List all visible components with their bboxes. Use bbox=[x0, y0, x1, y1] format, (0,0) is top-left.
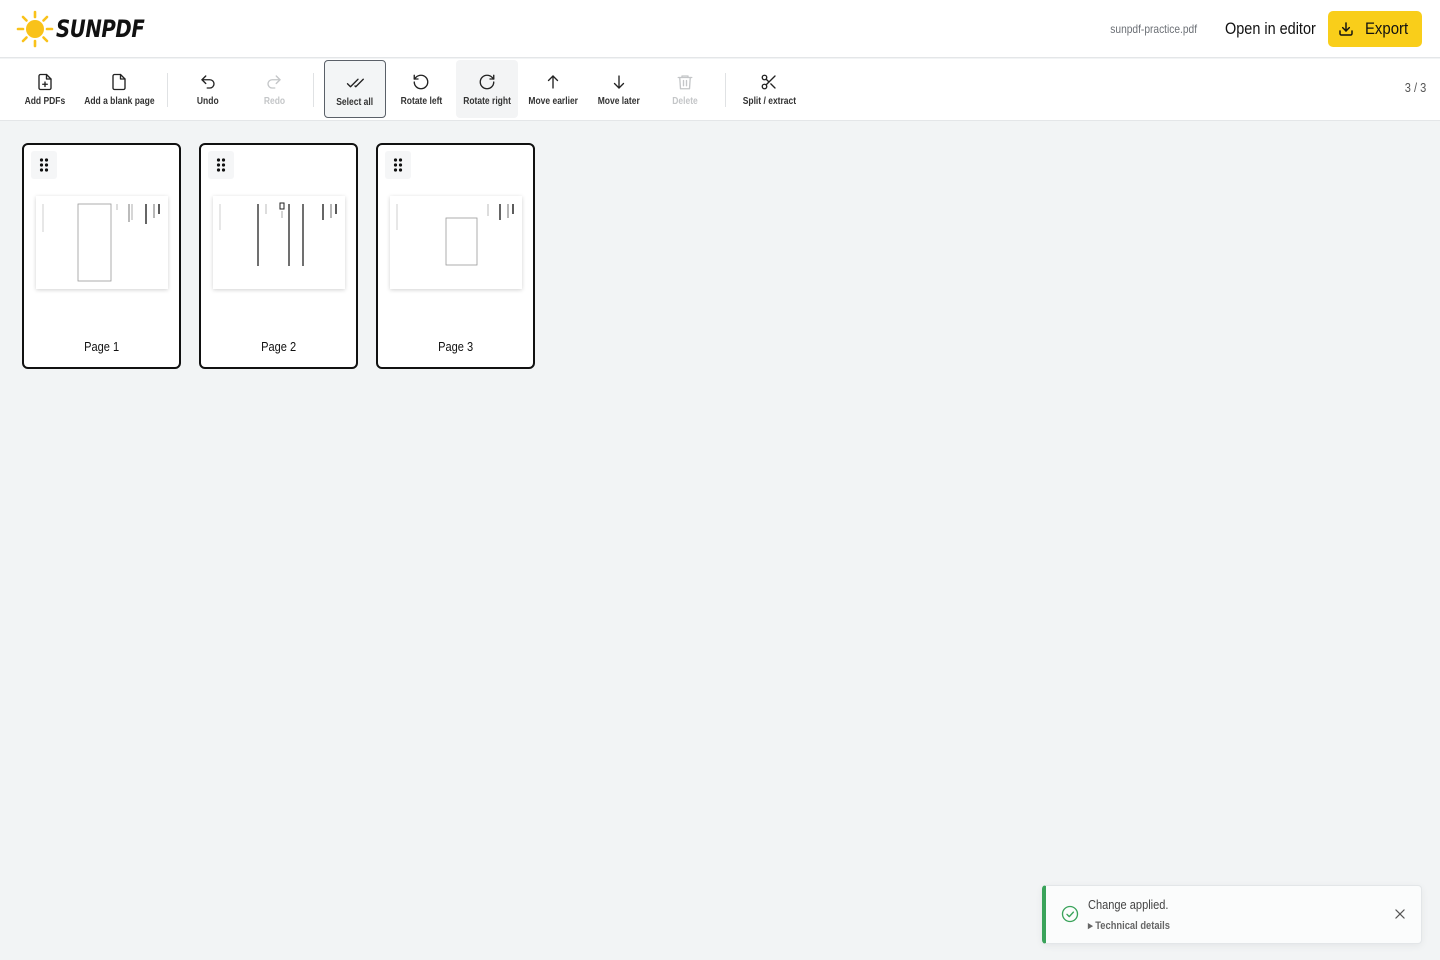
redo-button[interactable]: Redo bbox=[246, 60, 302, 118]
page-card[interactable]: Page 3 bbox=[376, 143, 535, 369]
move-later-button[interactable]: Move later bbox=[590, 60, 648, 118]
drag-handle-icon bbox=[39, 158, 49, 172]
delete-label: Delete bbox=[672, 96, 698, 107]
add-pdfs-label: Add PDFs bbox=[24, 96, 66, 107]
check-circle-icon bbox=[1061, 905, 1079, 923]
redo-label: Redo bbox=[263, 96, 285, 107]
page-label: Page 3 bbox=[437, 339, 474, 354]
file-name: sunpdf-practice.pdf bbox=[1110, 22, 1198, 36]
download-icon bbox=[1339, 22, 1354, 36]
file-plus-icon bbox=[38, 73, 52, 91]
check-double-icon bbox=[346, 78, 364, 88]
export-button[interactable]: Export bbox=[1328, 11, 1422, 47]
sun-logo-icon bbox=[16, 10, 54, 48]
undo-icon bbox=[201, 75, 215, 89]
page-card[interactable]: Page 1 bbox=[22, 143, 181, 369]
page-label: Page 1 bbox=[83, 339, 120, 354]
page-label: Page 2 bbox=[260, 339, 297, 354]
drag-handle-icon bbox=[393, 158, 403, 172]
rotate-right-button[interactable]: Rotate right bbox=[456, 60, 518, 118]
add-blank-page-button[interactable]: Add a blank page bbox=[82, 60, 156, 118]
rotate-left-label: Rotate left bbox=[400, 96, 442, 107]
page-thumbnail bbox=[36, 196, 168, 289]
add-pdfs-button[interactable]: Add PDFs bbox=[16, 60, 74, 118]
open-in-editor-button[interactable]: Open in editor bbox=[1225, 19, 1316, 39]
rotate-right-icon bbox=[479, 74, 495, 90]
move-earlier-button[interactable]: Move earlier bbox=[522, 60, 584, 118]
split-extract-button[interactable]: Split / extract bbox=[738, 60, 800, 118]
scissors-icon bbox=[761, 74, 776, 90]
toast-message: Change applied. bbox=[1088, 897, 1169, 912]
close-icon[interactable] bbox=[1393, 907, 1407, 921]
page-thumbnail bbox=[213, 196, 345, 289]
delete-button[interactable]: Delete bbox=[658, 60, 712, 118]
move-later-label: Move later bbox=[597, 96, 641, 107]
rotate-left-icon bbox=[413, 74, 429, 90]
select-all-button[interactable]: Select all bbox=[324, 60, 386, 118]
drag-handle-icon bbox=[216, 158, 226, 172]
export-label: Export bbox=[1365, 19, 1409, 38]
arrow-down-icon bbox=[613, 75, 625, 89]
drag-handle[interactable] bbox=[31, 151, 57, 179]
file-icon bbox=[112, 73, 126, 91]
undo-button[interactable]: Undo bbox=[180, 60, 236, 118]
drag-handle[interactable] bbox=[208, 151, 234, 179]
technical-details-toggle[interactable]: ▸ Technical details bbox=[1088, 919, 1170, 932]
add-blank-page-label: Add a blank page bbox=[83, 96, 155, 107]
move-earlier-label: Move earlier bbox=[528, 96, 578, 107]
page-card[interactable]: Page 2 bbox=[199, 143, 358, 369]
arrow-up-icon bbox=[547, 75, 559, 89]
rotate-left-button[interactable]: Rotate left bbox=[392, 60, 450, 118]
select-all-label: Select all bbox=[336, 97, 374, 108]
rotate-right-label: Rotate right bbox=[463, 96, 511, 107]
trash-icon bbox=[677, 75, 693, 90]
toolbar-divider bbox=[167, 73, 168, 107]
toolbar-divider bbox=[313, 73, 314, 107]
app-header: SUNPDF sunpdf-practice.pdf Open in edito… bbox=[0, 0, 1440, 58]
undo-label: Undo bbox=[197, 96, 219, 107]
split-extract-label: Split / extract bbox=[742, 96, 796, 107]
drag-handle[interactable] bbox=[385, 151, 411, 179]
toolbar-divider bbox=[725, 73, 726, 107]
brand-name: SUNPDF bbox=[56, 15, 145, 43]
page-count: 3 / 3 bbox=[1404, 80, 1426, 95]
toast-notification: Change applied. ▸ Technical details bbox=[1042, 885, 1422, 944]
logo[interactable]: SUNPDF bbox=[16, 10, 164, 48]
redo-icon bbox=[267, 75, 281, 89]
page-thumbnail bbox=[390, 196, 522, 289]
toolbar: Add PDFs Add a blank page Undo Redo Sele… bbox=[0, 59, 1440, 121]
